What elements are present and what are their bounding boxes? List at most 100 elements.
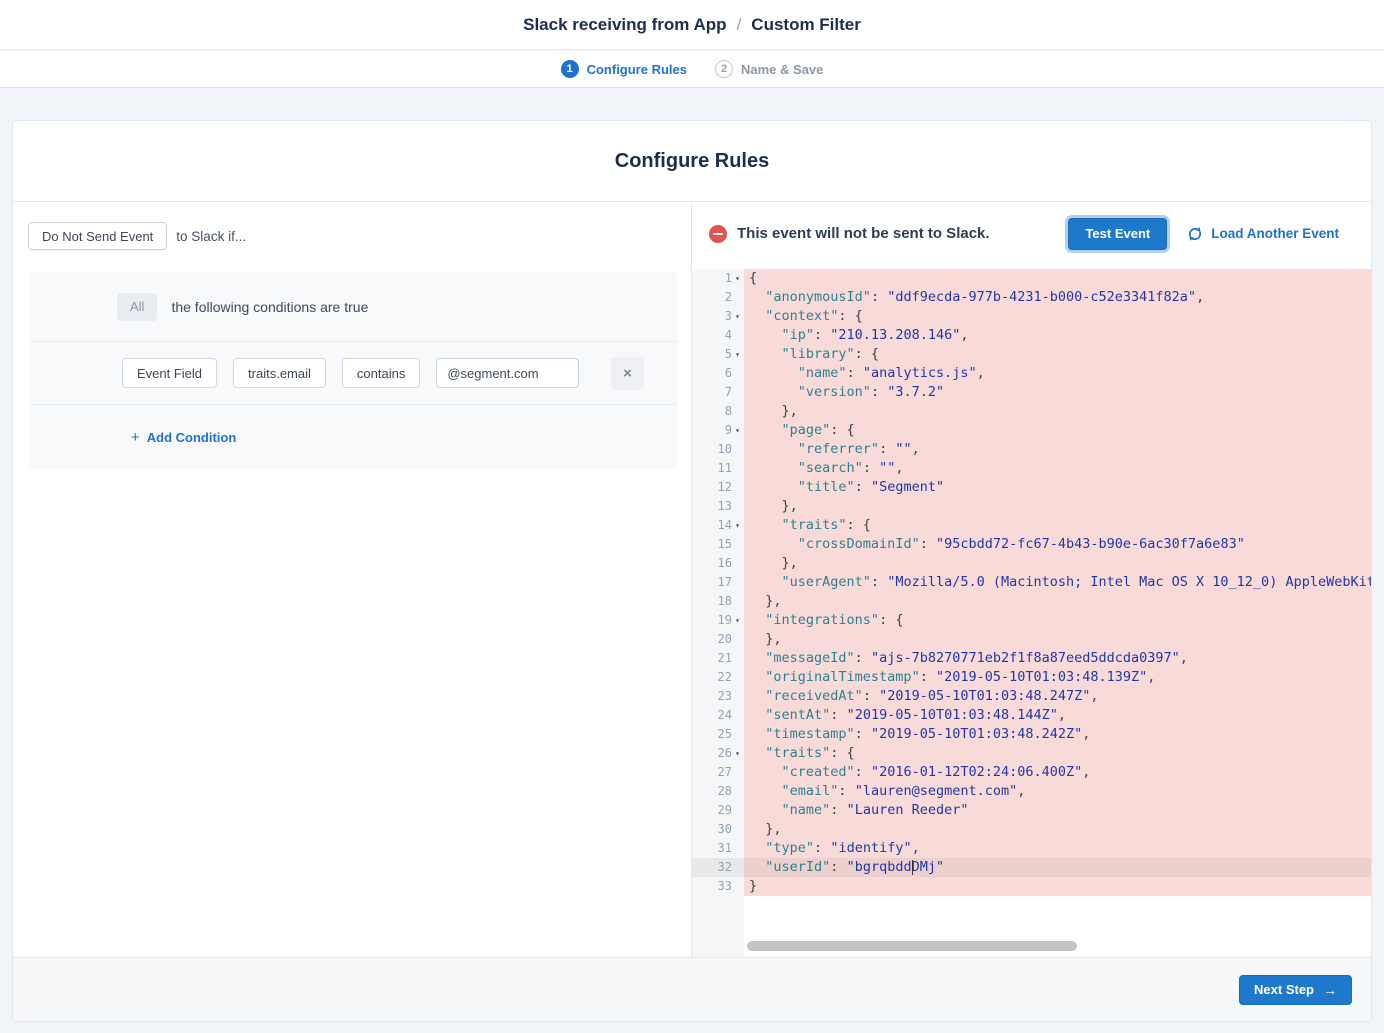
code-line: 24 "sentAt": "2019-05-10T01:03:48.144Z", — [692, 706, 1371, 725]
line-number: 20 — [692, 630, 744, 649]
next-step-label: Next Step — [1254, 982, 1314, 997]
app-root: { "header": { "breadcrumb_primary": "Sla… — [0, 0, 1384, 1033]
code-line: 28 "email": "lauren@segment.com", — [692, 782, 1371, 801]
next-step-button[interactable]: Next Step → — [1239, 975, 1352, 1005]
plus-icon: + — [131, 429, 140, 446]
code-line: 19▾ "integrations": { — [692, 611, 1371, 630]
code-line: 14▾ "traits": { — [692, 516, 1371, 535]
step-configure-rules[interactable]: 1 Configure Rules — [561, 60, 687, 78]
line-number: 7 — [692, 383, 744, 402]
add-condition-row: + Add Condition — [30, 405, 677, 469]
fold-toggle-icon[interactable]: ▾ — [732, 269, 743, 288]
code-line: 23 "receivedAt": "2019-05-10T01:03:48.24… — [692, 687, 1371, 706]
match-all-chip[interactable]: All — [117, 293, 157, 321]
line-number: 25 — [692, 725, 744, 744]
horizontal-scrollbar-thumb[interactable] — [747, 941, 1077, 951]
operator-button[interactable]: contains — [342, 358, 420, 388]
code-line: 8 }, — [692, 402, 1371, 421]
code-line: 32 "userId": "bgrqbddDMj" — [692, 858, 1371, 877]
code-lines: 1▾{2 "anonymousId": "ddf9ecda-977b-4231-… — [692, 269, 1371, 896]
stepper: 1 Configure Rules 2 Name & Save — [0, 51, 1384, 88]
code-line: 5▾ "library": { — [692, 345, 1371, 364]
arrow-right-icon: → — [1323, 982, 1337, 998]
line-number: 26▾ — [692, 744, 744, 763]
card-footer: Next Step → — [13, 957, 1371, 1021]
line-number: 30 — [692, 820, 744, 839]
fold-toggle-icon[interactable]: ▾ — [732, 744, 743, 763]
step-2-label: Name & Save — [741, 62, 823, 77]
condition-value-input[interactable] — [436, 358, 579, 388]
code-line: 27 "created": "2016-01-12T02:24:06.400Z"… — [692, 763, 1371, 782]
line-number: 21 — [692, 649, 744, 668]
line-number: 9▾ — [692, 421, 744, 440]
line-number: 1▾ — [692, 269, 744, 288]
fold-toggle-icon[interactable]: ▾ — [732, 345, 743, 364]
text-cursor — [912, 860, 913, 875]
close-icon: × — [623, 365, 632, 382]
json-code-editor[interactable]: 1▾{2 "anonymousId": "ddf9ecda-977b-4231-… — [692, 264, 1371, 957]
to-slack-if-label: to Slack if... — [176, 229, 246, 244]
event-field-button[interactable]: Event Field — [122, 358, 217, 388]
condition-match-row: All the following conditions are true — [30, 272, 677, 342]
load-another-event-label: Load Another Event — [1211, 226, 1339, 241]
step-name-and-save[interactable]: 2 Name & Save — [715, 60, 823, 78]
line-number: 2 — [692, 288, 744, 307]
code-line: 9▾ "page": { — [692, 421, 1371, 440]
code-line: 21 "messageId": "ajs-7b8270771eb2f1f8a87… — [692, 649, 1371, 668]
field-path-button[interactable]: traits.email — [233, 358, 326, 388]
code-line: 22 "originalTimestamp": "2019-05-10T01:0… — [692, 668, 1371, 687]
line-number: 4 — [692, 326, 744, 345]
fold-toggle-icon[interactable]: ▾ — [732, 421, 743, 440]
step-1-label: Configure Rules — [587, 62, 687, 77]
code-line: 12 "title": "Segment" — [692, 478, 1371, 497]
breadcrumb-separator: / — [737, 15, 742, 35]
line-number: 8 — [692, 402, 744, 421]
line-number: 23 — [692, 687, 744, 706]
code-line: 26▾ "traits": { — [692, 744, 1371, 763]
fold-toggle-icon[interactable]: ▾ — [732, 611, 743, 630]
breadcrumb-primary: Slack receiving from App — [523, 15, 726, 35]
code-line: 16 }, — [692, 554, 1371, 573]
code-line: 3▾ "context": { — [692, 307, 1371, 326]
refresh-icon — [1187, 226, 1203, 242]
code-line: 7 "version": "3.7.2" — [692, 383, 1371, 402]
test-event-button[interactable]: Test Event — [1068, 218, 1167, 250]
code-line: 33} — [692, 877, 1371, 896]
line-number: 27 — [692, 763, 744, 782]
event-preview-panel: This event will not be sent to Slack. Te… — [691, 203, 1371, 957]
fold-toggle-icon[interactable]: ▾ — [732, 307, 743, 326]
line-number: 13 — [692, 497, 744, 516]
minus-circle-icon — [709, 225, 727, 243]
configure-rules-card: Configure Rules Do Not Send Event to Sla… — [12, 120, 1372, 1022]
do-not-send-event-button[interactable]: Do Not Send Event — [28, 222, 167, 250]
add-condition-label: Add Condition — [147, 430, 237, 445]
code-line: 20 }, — [692, 630, 1371, 649]
page-section-title: Configure Rules — [13, 121, 1371, 202]
line-number: 5▾ — [692, 345, 744, 364]
add-condition-button[interactable]: + Add Condition — [131, 429, 236, 446]
load-another-event-link[interactable]: Load Another Event — [1187, 226, 1339, 242]
line-number: 33 — [692, 877, 744, 896]
line-number: 3▾ — [692, 307, 744, 326]
remove-condition-button[interactable]: × — [611, 357, 644, 390]
line-number: 10 — [692, 440, 744, 459]
action-row: Do Not Send Event to Slack if... — [28, 222, 691, 250]
rules-panel: Do Not Send Event to Slack if... All the… — [13, 203, 691, 957]
code-line: 13 }, — [692, 497, 1371, 516]
code-line: 10 "referrer": "", — [692, 440, 1371, 459]
line-number: 17 — [692, 573, 744, 592]
line-number: 16 — [692, 554, 744, 573]
fold-toggle-icon[interactable]: ▾ — [732, 516, 743, 535]
code-line: 4 "ip": "210.13.208.146", — [692, 326, 1371, 345]
line-number: 29 — [692, 801, 744, 820]
line-number: 11 — [692, 459, 744, 478]
card-body: Do Not Send Event to Slack if... All the… — [13, 203, 1371, 957]
line-number: 31 — [692, 839, 744, 858]
code-line: 18 }, — [692, 592, 1371, 611]
step-2-badge: 2 — [715, 60, 733, 78]
line-number: 14▾ — [692, 516, 744, 535]
code-line: 6 "name": "analytics.js", — [692, 364, 1371, 383]
code-line: 15 "crossDomainId": "95cbdd72-fc67-4b43-… — [692, 535, 1371, 554]
line-number: 28 — [692, 782, 744, 801]
breadcrumb-secondary: Custom Filter — [751, 15, 861, 35]
